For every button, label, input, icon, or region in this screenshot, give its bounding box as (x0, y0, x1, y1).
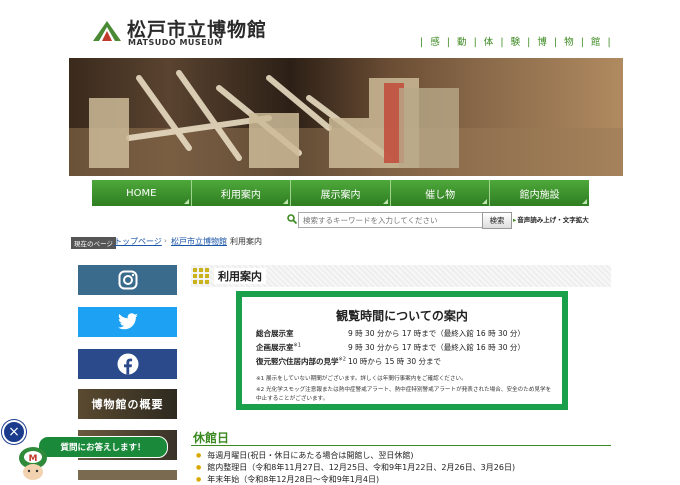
mascot-letter: M (29, 454, 38, 464)
banner-museum-overview[interactable]: 博物館の概要 (78, 389, 177, 419)
twitter-bird-icon (117, 313, 138, 330)
hours-info-box: 観覧時間についての案内 総合展示室 9 時 30 分から 17 時まで（最終入館… (236, 291, 568, 410)
nav-events[interactable]: 催し物 (390, 180, 491, 206)
facebook-icon (117, 353, 138, 375)
hours-row-value: 9 時 30 分から 17 時まで（最終入館 16 時 30 分） (348, 343, 525, 352)
hours-row-label: 企画展示室※1 (256, 342, 301, 353)
twitter-link[interactable] (78, 307, 177, 337)
nav-usage-guide[interactable]: 利用案内 (191, 180, 292, 206)
tts-zoom-link[interactable]: 音声読み上げ・文字拡大 (513, 214, 589, 224)
museum-logo-icon[interactable] (92, 20, 122, 42)
hours-note: ※2 光化学スモッグ注意報または熱中症警戒アラート、熱中症特別警戒アラートが発表… (256, 387, 552, 393)
breadcrumb-separator: › (164, 237, 167, 245)
hours-note: ※1 展示をしていない期間がございます。詳しくは年間行事案内をご確認ください。 (256, 376, 467, 382)
hours-note: 中止することがございます。 (256, 396, 329, 402)
chat-close-button[interactable]: × (2, 420, 26, 444)
breadcrumb-museum-link[interactable]: 松戸市立博物館 (171, 236, 227, 247)
nav-facilities[interactable]: 館内施設 (490, 180, 589, 206)
global-nav: HOME 利用案内 展示案内 催し物 館内施設 (92, 180, 589, 206)
search-icon (287, 214, 297, 224)
grid-bullet-icon (193, 268, 209, 284)
facebook-link[interactable] (78, 349, 177, 379)
search-input[interactable] (298, 212, 488, 228)
hours-title: 観覧時間についての案内 (336, 309, 468, 323)
hero-image (69, 58, 623, 176)
hours-row-value: 9 時 30 分から 17 時まで（最終入館 16 時 30 分） (348, 329, 525, 338)
search-button[interactable]: 検索 (482, 212, 512, 229)
closed-day-item: 毎週月曜日(祝日・休日にあたる場合は開館し、翌日休館) (196, 450, 413, 461)
hours-row-label: 総合展示室 (256, 329, 294, 338)
instagram-icon (118, 270, 137, 290)
hours-row-value: 10 時から 15 時 30 分まで (348, 357, 442, 366)
museum-logo-subtext: MATSUDO MUSEUM (128, 38, 223, 47)
site-motto: | 感 | 動 | 体 | 験 | 博 | 物 | 館 | (420, 37, 611, 48)
nav-exhibitions[interactable]: 展示案内 (291, 180, 391, 206)
breadcrumb-separator: › (224, 237, 227, 245)
hours-row-label: 復元竪穴住居内部の見学※2 (256, 356, 346, 367)
divider (191, 445, 611, 446)
instagram-link[interactable] (78, 265, 177, 295)
breadcrumb-top-link[interactable]: トップページ (114, 236, 162, 247)
chat-prompt-bubble[interactable]: 質問にお答えします！ (38, 436, 168, 458)
hero-illustration (69, 70, 623, 176)
section-title: 利用案内 (214, 268, 266, 284)
nav-home[interactable]: HOME (92, 180, 192, 206)
closed-day-item: 館内整理日（令和8年11月27日、12月25日、令和9年1月22日、2月26日、… (196, 462, 515, 473)
breadcrumb-separator: › (108, 237, 111, 245)
breadcrumb-current: 利用案内 (230, 237, 262, 246)
sidebar-banner[interactable] (78, 470, 177, 480)
chat-mascot-icon[interactable]: M (16, 444, 50, 480)
closed-days-title: 休館日 (193, 431, 230, 445)
